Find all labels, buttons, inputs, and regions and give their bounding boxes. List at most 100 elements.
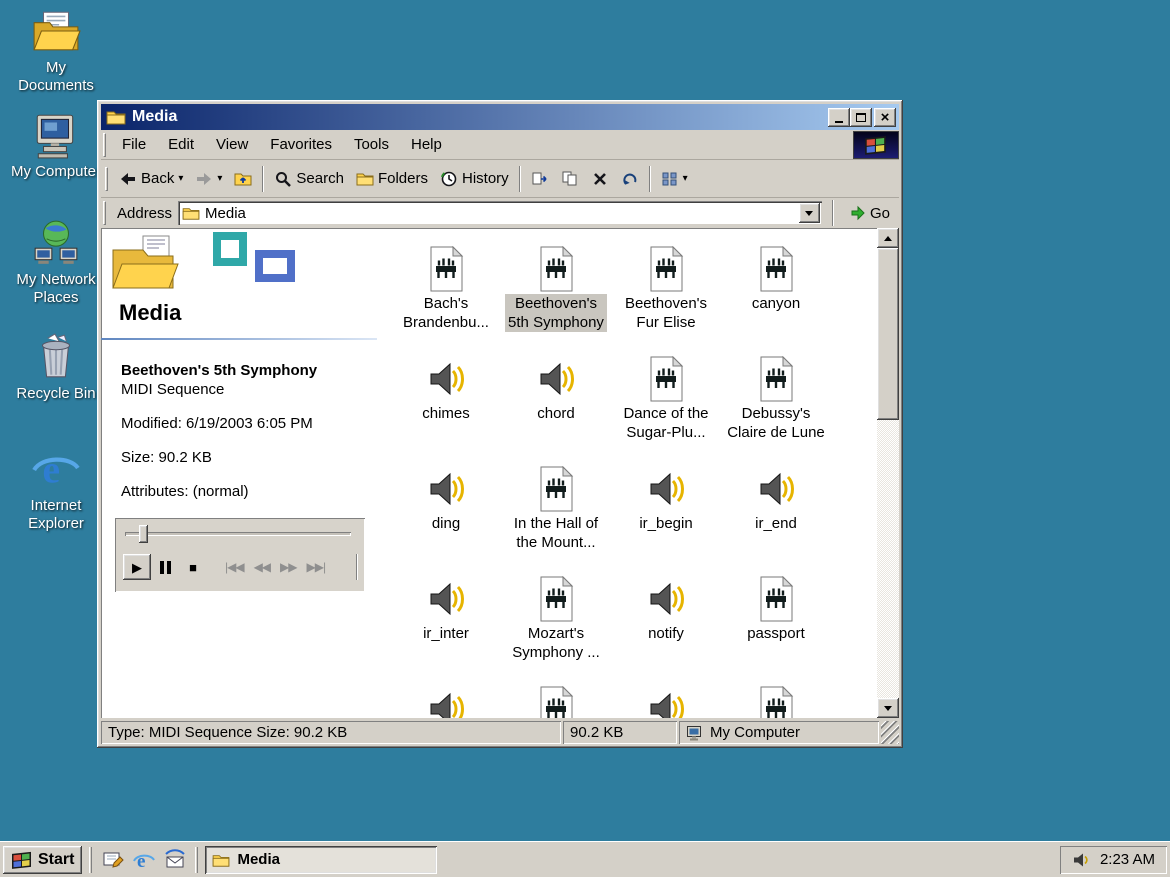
menu-view[interactable]: View bbox=[205, 132, 259, 157]
scroll-up-button[interactable] bbox=[877, 228, 899, 248]
vertical-scrollbar[interactable] bbox=[877, 228, 899, 718]
banner-folder-icon bbox=[109, 234, 205, 294]
file-item[interactable]: ding bbox=[391, 464, 501, 574]
go-button[interactable]: Go bbox=[844, 203, 896, 224]
back-dropdown-icon[interactable]: ▾ bbox=[178, 174, 183, 184]
wav-file-icon bbox=[643, 684, 689, 718]
desktop-icon-my-documents[interactable]: My Documents bbox=[8, 6, 104, 95]
menu-help[interactable]: Help bbox=[400, 132, 453, 157]
forward-dropdown-icon[interactable]: ▾ bbox=[217, 174, 222, 184]
my-computer-icon bbox=[31, 110, 81, 160]
menubar-grip[interactable] bbox=[103, 133, 106, 157]
menu-edit[interactable]: Edit bbox=[157, 132, 205, 157]
views-button[interactable]: ▾ bbox=[655, 166, 694, 192]
svg-text:e: e bbox=[137, 851, 145, 872]
move-to-button[interactable] bbox=[525, 166, 555, 192]
folder-title: Media bbox=[119, 300, 181, 326]
file-item[interactable]: Bach's Brandenbu... bbox=[391, 244, 501, 354]
midi-file-icon bbox=[533, 574, 579, 622]
quicklaunch-show-desktop[interactable] bbox=[99, 846, 126, 873]
file-item[interactable]: Beethoven's Fur Elise bbox=[611, 244, 721, 354]
file-item[interactable]: In the Hall of the Mount... bbox=[501, 464, 611, 574]
file-item[interactable]: passport bbox=[721, 574, 831, 684]
pause-button[interactable] bbox=[151, 554, 179, 580]
minimize-button[interactable] bbox=[828, 108, 850, 127]
seek-slider[interactable] bbox=[125, 532, 351, 536]
file-item[interactable]: Debussy's Claire de Lune bbox=[721, 354, 831, 464]
forward-button[interactable]: ▾ bbox=[189, 166, 228, 192]
folders-button[interactable]: Folders bbox=[350, 166, 434, 192]
undo-button[interactable] bbox=[615, 166, 645, 192]
file-item-selected[interactable]: Beethoven's 5th Symphony bbox=[501, 244, 611, 354]
window-title: Media bbox=[132, 108, 822, 126]
quicklaunch-outlook-express[interactable] bbox=[161, 846, 188, 873]
copy-to-button[interactable] bbox=[555, 166, 585, 192]
wav-file-icon bbox=[643, 574, 689, 622]
desktop-icon-recycle-bin[interactable]: Recycle Bin bbox=[8, 332, 104, 403]
internet-explorer-icon: e bbox=[31, 444, 81, 494]
selected-file-name: Beethoven's 5th Symphony bbox=[121, 362, 369, 379]
taskbar-divider bbox=[89, 847, 92, 873]
stop-button[interactable]: ■ bbox=[179, 554, 207, 580]
fast-forward-button[interactable]: ▶▶ bbox=[280, 560, 296, 574]
file-item[interactable] bbox=[391, 684, 501, 718]
menu-tools[interactable]: Tools bbox=[343, 132, 400, 157]
play-button[interactable]: ▶ bbox=[123, 554, 151, 580]
file-label: canyon bbox=[749, 294, 803, 313]
move-to-icon bbox=[531, 170, 549, 188]
status-size: 90.2 KB bbox=[563, 721, 677, 744]
menu-file[interactable]: File bbox=[111, 132, 157, 157]
windows-logo bbox=[853, 131, 899, 159]
explorer-window: Media × File Edit View Favorites Tools H… bbox=[97, 100, 903, 748]
file-item[interactable]: notify bbox=[611, 574, 721, 684]
outlook-express-icon bbox=[163, 848, 187, 872]
desktop-icon-my-network-places[interactable]: My Network Places bbox=[8, 218, 104, 307]
scroll-down-button[interactable] bbox=[877, 698, 899, 718]
file-item[interactable]: Mozart's Symphony ... bbox=[501, 574, 611, 684]
skip-start-button[interactable]: |◀◀ bbox=[225, 560, 244, 574]
scroll-thumb[interactable] bbox=[877, 248, 899, 420]
desktop[interactable]: My Documents My Computer bbox=[0, 0, 1170, 877]
history-button[interactable]: History bbox=[434, 166, 515, 192]
delete-button[interactable] bbox=[585, 166, 615, 192]
file-item[interactable]: chord bbox=[501, 354, 611, 464]
search-button[interactable]: Search bbox=[268, 166, 350, 192]
addressbar-grip[interactable] bbox=[103, 201, 106, 225]
file-item[interactable]: ir_begin bbox=[611, 464, 721, 574]
seek-slider-thumb[interactable] bbox=[139, 525, 148, 543]
back-button[interactable]: Back ▾ bbox=[113, 166, 189, 192]
close-button[interactable]: × bbox=[874, 108, 896, 127]
window-titlebar[interactable]: Media × bbox=[101, 104, 899, 130]
rewind-button[interactable]: ◀◀ bbox=[254, 560, 270, 574]
volume-icon[interactable] bbox=[1072, 852, 1090, 868]
menu-favorites[interactable]: Favorites bbox=[259, 132, 343, 157]
file-item[interactable] bbox=[501, 684, 611, 718]
toolbar-grip[interactable] bbox=[105, 167, 108, 191]
quicklaunch-internet-explorer[interactable]: e bbox=[130, 846, 157, 873]
internet-explorer-small-icon: e bbox=[132, 848, 156, 872]
file-list[interactable]: Bach's Brandenbu... Beethoven's 5th Symp… bbox=[377, 228, 877, 718]
file-item[interactable]: chimes bbox=[391, 354, 501, 464]
address-dropdown-button[interactable] bbox=[799, 203, 820, 223]
start-button[interactable]: Start bbox=[3, 846, 82, 874]
midi-file-icon bbox=[753, 244, 799, 292]
file-item[interactable]: ir_end bbox=[721, 464, 831, 574]
desktop-icon-my-computer[interactable]: My Computer bbox=[8, 110, 104, 181]
up-button[interactable] bbox=[228, 166, 258, 192]
file-item[interactable]: Dance of the Sugar-Plu... bbox=[611, 354, 721, 464]
file-item[interactable]: ir_inter bbox=[391, 574, 501, 684]
file-item[interactable] bbox=[611, 684, 721, 718]
file-item[interactable] bbox=[721, 684, 831, 718]
taskbar-clock: 2:23 AM bbox=[1100, 851, 1155, 868]
views-dropdown-icon[interactable]: ▾ bbox=[683, 174, 688, 184]
folders-label: Folders bbox=[378, 170, 428, 187]
file-item[interactable]: canyon bbox=[721, 244, 831, 354]
skip-end-button[interactable]: ▶▶| bbox=[307, 560, 326, 574]
task-button-media[interactable]: Media bbox=[205, 846, 437, 874]
midi-file-icon bbox=[533, 684, 579, 718]
address-input[interactable]: Media bbox=[178, 201, 822, 225]
desktop-icon-internet-explorer[interactable]: e Internet Explorer bbox=[8, 444, 104, 533]
resize-grip[interactable] bbox=[881, 721, 899, 744]
maximize-button[interactable] bbox=[850, 108, 872, 127]
address-label: Address bbox=[117, 205, 172, 222]
